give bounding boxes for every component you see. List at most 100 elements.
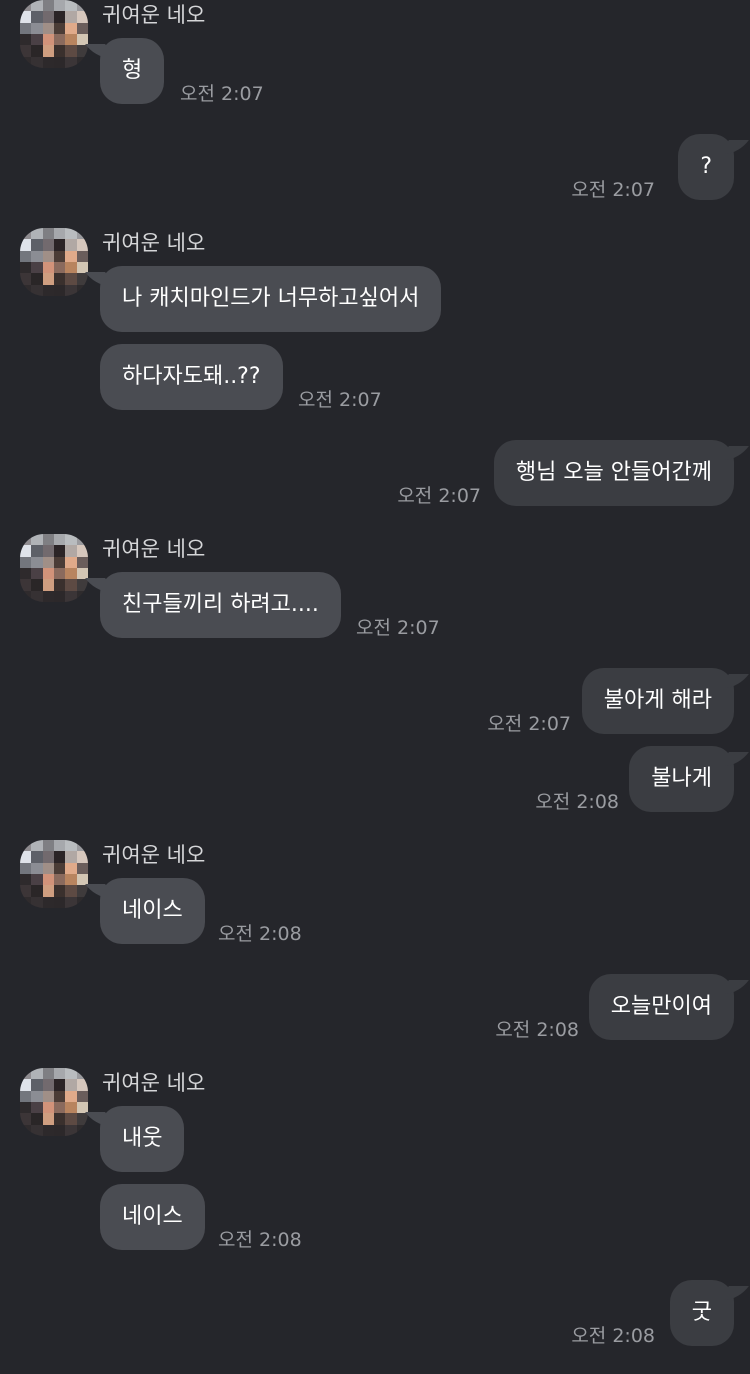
avatar-pixel: [42, 851, 54, 863]
message-bubble-sent[interactable]: 굿: [669, 1280, 749, 1346]
avatar-pixel: [65, 885, 77, 897]
avatar-pixel: [53, 567, 66, 580]
contact-avatar[interactable]: [20, 534, 88, 602]
avatar-pixel: [42, 545, 54, 557]
avatar-pixel: [42, 862, 54, 874]
message-time: 오전 2:08: [495, 1019, 579, 1041]
avatar-pixel: [20, 228, 32, 240]
avatar-pixel: [53, 1113, 66, 1125]
avatar-pixel: [76, 228, 88, 240]
message-text: 네이스: [122, 898, 183, 923]
avatar-pixel: [42, 840, 54, 852]
avatar-pixel: [31, 556, 43, 568]
avatar-pixel: [20, 885, 32, 897]
message-bubble-received[interactable]: 친구들끼리 하려고....: [85, 572, 341, 638]
avatar-pixel: [20, 1124, 32, 1136]
avatar-pixel: [65, 590, 77, 602]
avatar-pixel: [31, 1079, 43, 1091]
contact-avatar[interactable]: [20, 1068, 88, 1136]
avatar-pixel: [20, 556, 32, 568]
avatar-pixel: [53, 1101, 66, 1114]
message-text: 친구들끼리 하려고....: [122, 592, 319, 617]
avatar-pixel: [65, 1090, 77, 1102]
avatar-pixel: [42, 22, 54, 34]
message-bubble-received[interactable]: 내웃: [85, 1106, 185, 1172]
avatar-pixel: [53, 261, 66, 274]
avatar-pixel: [31, 873, 43, 886]
avatar-pixel: [31, 862, 43, 874]
avatar-pixel: [53, 22, 66, 34]
avatar-pixel: [31, 590, 43, 602]
avatar-pixel: [42, 1079, 54, 1091]
avatar-pixel: [53, 534, 66, 546]
bubble-tail: [85, 44, 115, 58]
avatar-pixel: [20, 284, 32, 296]
avatar-pixel: [31, 228, 43, 240]
avatar-pixel: [76, 45, 88, 57]
avatar-pixel: [42, 273, 54, 285]
avatar-pixel: [65, 284, 77, 296]
message-bubble-sent[interactable]: 불나게: [629, 746, 749, 812]
avatar-pixel: [53, 885, 66, 897]
avatar-pixel: [20, 33, 32, 46]
avatar-pixel: [31, 579, 43, 591]
avatar-pixel: [20, 56, 32, 68]
message-bubble-sent[interactable]: 행님 오늘 안들어간께: [493, 440, 749, 506]
avatar-pixel: [31, 261, 43, 274]
avatar-pixel: [42, 873, 54, 886]
contact-avatar[interactable]: [20, 0, 88, 68]
avatar-pixel: [76, 1068, 88, 1080]
avatar-pixel: [20, 545, 32, 557]
avatar-pixel: [76, 1090, 88, 1102]
avatar-pixel: [20, 261, 32, 274]
message-time: 오전 2:07: [571, 179, 655, 201]
message-time: 오전 2:07: [397, 485, 481, 507]
avatar-pixel: [76, 590, 88, 602]
avatar-pixel: [76, 250, 88, 262]
avatar-pixel: [65, 579, 77, 591]
message-bubble-received[interactable]: 네이스: [100, 1184, 205, 1250]
avatar-pixel: [65, 1068, 77, 1080]
avatar-pixel: [42, 0, 54, 12]
avatar-pixel: [65, 1113, 77, 1125]
message-text: 형: [122, 58, 143, 83]
message-bubble-received[interactable]: 형: [85, 38, 165, 104]
message-text: 하다자도돼..??: [122, 364, 261, 389]
message-bubble-sent[interactable]: 불아게 해라: [581, 668, 749, 734]
message-bubble-sent[interactable]: 오늘만이여: [588, 974, 749, 1040]
message-bubble-received[interactable]: 나 캐치마인드가 너무하고싶어서: [85, 266, 442, 332]
avatar-pixel: [53, 1079, 66, 1091]
avatar-pixel: [20, 1113, 32, 1125]
sender-name: 귀여운 네오: [102, 537, 206, 561]
avatar-pixel: [20, 1101, 32, 1114]
contact-avatar[interactable]: [20, 840, 88, 908]
message-time: 오전 2:08: [535, 791, 619, 813]
chat-area[interactable]: 귀여운 네오 형 오전 2:07 ? 오전 2:07 귀여운 네오 나 캐치마인…: [0, 0, 750, 1374]
avatar-pixel: [76, 1113, 88, 1125]
avatar-pixel: [76, 862, 88, 874]
sender-name: 귀여운 네오: [102, 231, 206, 255]
avatar-pixel: [76, 239, 88, 251]
avatar-pixel: [53, 896, 66, 908]
avatar-pixel: [65, 22, 77, 34]
avatar-pixel: [76, 556, 88, 568]
contact-avatar[interactable]: [20, 228, 88, 296]
avatar-pixel: [20, 840, 32, 852]
avatar-pixel: [20, 851, 32, 863]
message-bubble-received[interactable]: 하다자도돼..??: [100, 344, 283, 410]
avatar-pixel: [53, 862, 66, 874]
message-time: 오전 2:07: [487, 713, 571, 735]
message-bubble-received[interactable]: 네이스: [85, 878, 205, 944]
avatar-pixel: [53, 56, 66, 68]
avatar-pixel: [42, 1090, 54, 1102]
avatar-pixel: [53, 1068, 66, 1080]
avatar-pixel: [65, 567, 77, 580]
avatar-pixel: [20, 250, 32, 262]
message-bubble-sent[interactable]: ?: [678, 134, 749, 200]
avatar-pixel: [20, 1079, 32, 1091]
bubble-tail: [85, 884, 115, 898]
avatar-pixel: [76, 1124, 88, 1136]
avatar-pixel: [42, 534, 54, 546]
avatar-pixel: [65, 45, 77, 57]
avatar-pixel: [31, 11, 43, 23]
